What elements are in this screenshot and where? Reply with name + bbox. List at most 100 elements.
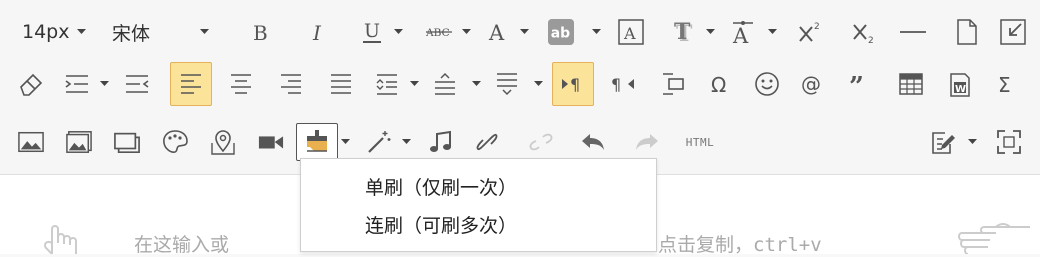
- unlink-button[interactable]: [524, 124, 558, 160]
- align-right-icon: [281, 74, 301, 94]
- direction-rtl-button[interactable]: ¶: [606, 66, 640, 102]
- wordpaste-button[interactable]: W: [942, 66, 976, 102]
- indent-button[interactable]: [60, 66, 94, 102]
- toolbar-row-1: 14px 宋体 B I U ABC A ab A T T A 2 2: [0, 10, 1040, 54]
- align-center-icon: [231, 74, 251, 94]
- emoji-button[interactable]: [750, 66, 784, 102]
- chevron-down-icon[interactable]: [470, 66, 482, 102]
- chevron-down-icon: [75, 14, 87, 50]
- editor-placeholder-right: 点击复制，ctrl+v: [658, 234, 822, 256]
- image-float-button[interactable]: [656, 66, 690, 102]
- paragraph-spacing-bottom-icon: [497, 73, 517, 96]
- align-justify-button[interactable]: [324, 66, 358, 102]
- svg-text:A: A: [623, 24, 636, 43]
- multi-image-button[interactable]: [62, 124, 96, 160]
- redo-button[interactable]: [630, 124, 664, 160]
- template-button[interactable]: [926, 124, 960, 160]
- paragraph-spacing-top-button[interactable]: [428, 66, 462, 102]
- superscript-button[interactable]: 2: [792, 14, 826, 50]
- underline-icon: U: [363, 20, 381, 43]
- font-family-select[interactable]: 宋体: [112, 14, 210, 50]
- svg-text:ab: ab: [551, 26, 570, 42]
- italic-button[interactable]: I: [302, 14, 336, 50]
- mention-button[interactable]: @: [796, 66, 830, 102]
- new-page-icon: [957, 19, 977, 45]
- line-height-button[interactable]: [370, 66, 404, 102]
- image-button[interactable]: [14, 124, 48, 160]
- align-right-button[interactable]: [274, 66, 308, 102]
- chevron-down-icon[interactable]: [966, 124, 978, 160]
- hand-pointer-icon: [43, 225, 77, 254]
- underline-button[interactable]: U: [356, 14, 390, 50]
- exit-fullscreen-button[interactable]: [996, 14, 1030, 50]
- music-button[interactable]: [424, 124, 458, 160]
- chevron-down-icon[interactable]: [518, 14, 530, 50]
- highlight-button[interactable]: ab: [544, 14, 578, 50]
- outdent-button[interactable]: [120, 66, 154, 102]
- border-text-icon: A: [618, 19, 644, 45]
- chevron-down-icon[interactable]: [460, 14, 472, 50]
- svg-text:”: ”: [849, 72, 864, 102]
- format-painter-icon: [307, 130, 327, 152]
- svg-text:¶: ¶: [570, 75, 580, 94]
- subscript-button[interactable]: 2: [846, 14, 880, 50]
- map-button[interactable]: [206, 124, 240, 160]
- video-button[interactable]: [254, 124, 288, 160]
- editor-placeholder-left: 在这输入或: [134, 234, 230, 256]
- table-button[interactable]: [894, 66, 928, 102]
- scrawl-button[interactable]: [158, 124, 192, 160]
- chevron-down-icon[interactable]: [400, 124, 412, 160]
- direction-ltr-button[interactable]: ¶: [552, 62, 594, 106]
- image-icon: [18, 131, 44, 153]
- chevron-down-icon[interactable]: [590, 14, 602, 50]
- align-center-button[interactable]: [224, 66, 258, 102]
- blockquote-button[interactable]: ”: [842, 66, 876, 102]
- quote-icon: ”: [849, 72, 864, 102]
- chevron-down-icon[interactable]: [766, 14, 778, 50]
- svg-text:¶: ¶: [611, 75, 621, 94]
- at-icon: @: [801, 72, 821, 96]
- svg-text:2: 2: [868, 36, 874, 46]
- frame-button[interactable]: [110, 124, 144, 160]
- window-icon: [114, 132, 140, 154]
- omega-icon: Ω: [711, 73, 726, 97]
- chevron-down-icon[interactable]: [98, 66, 110, 102]
- paragraph-spacing-bottom-button[interactable]: [490, 66, 524, 102]
- html-button[interactable]: HTML: [680, 124, 720, 160]
- align-left-button[interactable]: [170, 62, 212, 106]
- fullscreen-button[interactable]: [992, 124, 1026, 160]
- text-effect-button[interactable]: A: [726, 14, 760, 50]
- font-size-select[interactable]: 14px: [22, 14, 87, 50]
- chevron-down-icon[interactable]: [339, 124, 351, 160]
- border-text-button[interactable]: A: [614, 14, 648, 50]
- chevron-down-icon: [198, 14, 210, 50]
- edit-note-icon: [932, 132, 955, 154]
- menu-item-continuous-brush[interactable]: 连刷（可刷多次）: [365, 211, 517, 238]
- magic-wand-button[interactable]: [362, 124, 396, 160]
- horizontal-rule-button[interactable]: [896, 14, 930, 50]
- bold-icon: B: [253, 21, 268, 45]
- font-color-button[interactable]: A: [482, 14, 516, 50]
- svg-text:A: A: [732, 24, 749, 48]
- menu-item-single-brush[interactable]: 单刷（仅刷一次）: [365, 173, 517, 200]
- link-button[interactable]: [470, 124, 504, 160]
- line-height-icon: [376, 74, 397, 95]
- image-float-icon: [663, 73, 684, 95]
- formula-button[interactable]: Σ: [990, 66, 1024, 102]
- strikethrough-button[interactable]: ABC: [422, 14, 456, 50]
- strikethrough-icon: ABC: [425, 27, 452, 39]
- chevron-down-icon[interactable]: [408, 66, 420, 102]
- chevron-down-icon[interactable]: [392, 14, 404, 50]
- editor-toolbar: 14px 宋体 B I U ABC A ab A T T A 2 2 ¶ ¶ Ω…: [0, 0, 1040, 175]
- bold-button[interactable]: B: [244, 14, 278, 50]
- new-page-button[interactable]: [950, 14, 984, 50]
- special-char-button[interactable]: Ω: [704, 66, 738, 102]
- svg-text:I: I: [312, 21, 322, 45]
- format-painter-button[interactable]: [296, 123, 338, 161]
- undo-button[interactable]: [576, 124, 610, 160]
- text-shadow-button[interactable]: TT: [666, 14, 700, 50]
- chevron-down-icon[interactable]: [532, 66, 544, 102]
- chevron-down-icon[interactable]: [704, 14, 716, 50]
- indent-icon: [65, 75, 88, 93]
- eraser-button[interactable]: [14, 66, 48, 102]
